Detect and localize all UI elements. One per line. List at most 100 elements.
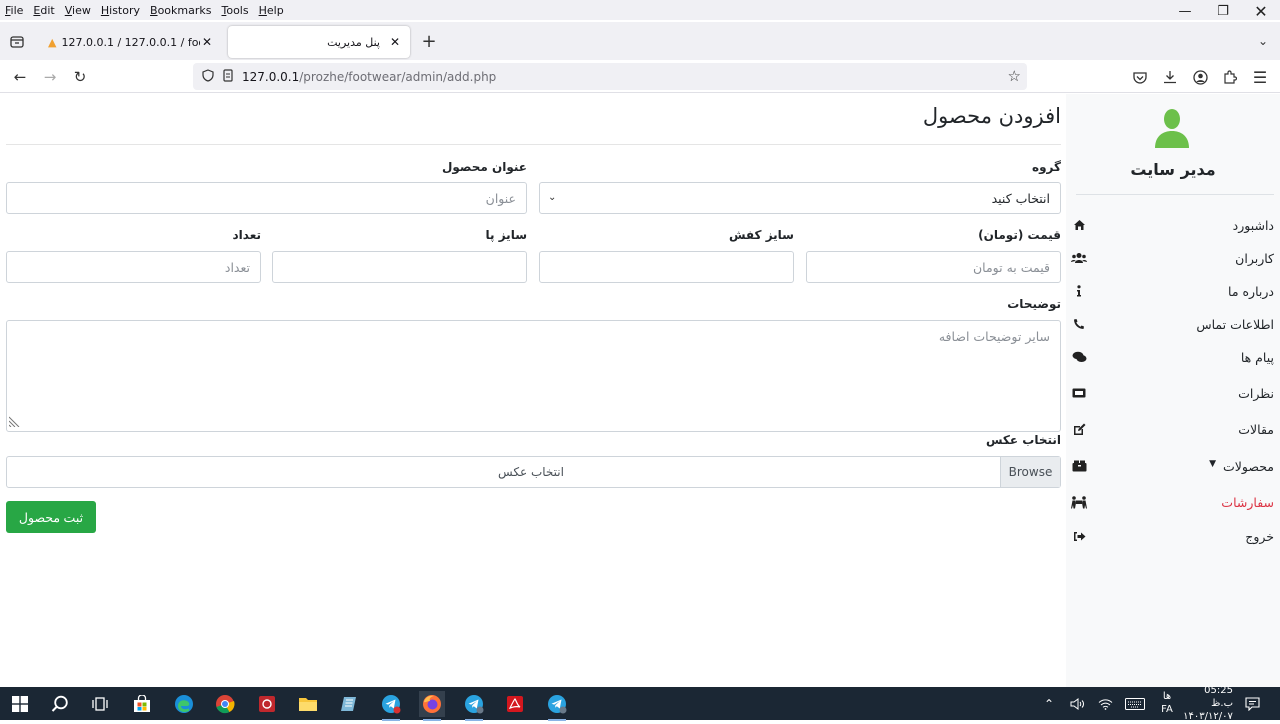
- resize-handle-icon[interactable]: [8, 415, 20, 430]
- telegram-icon[interactable]: [378, 691, 404, 721]
- product-title-input[interactable]: عنوان: [6, 182, 527, 214]
- foot-size-input[interactable]: [272, 251, 527, 283]
- close-window-button[interactable]: ✕: [1244, 0, 1278, 22]
- caret-down-icon: ▼: [1209, 459, 1216, 469]
- notifications-icon[interactable]: [1245, 687, 1260, 720]
- sidebar-item-comments[interactable]: نظرات: [1066, 378, 1274, 408]
- price-label: قیمت (تومان): [978, 228, 1061, 242]
- chrome-icon[interactable]: [212, 691, 238, 717]
- menu-view[interactable]: View: [60, 4, 96, 17]
- group-select[interactable]: انتخاب کنید ⌄: [539, 182, 1061, 214]
- reload-icon[interactable]: ↻: [67, 65, 93, 89]
- sidebar-item-products[interactable]: محصولات ▼: [1066, 451, 1274, 481]
- language-script: ها: [1162, 690, 1172, 702]
- new-tab-icon[interactable]: +: [416, 29, 442, 53]
- info-icon: [1068, 285, 1090, 297]
- firefox-icon[interactable]: [419, 691, 445, 721]
- url-bar[interactable]: 127.0.0.1/prozhe/footwear/admin/add.php …: [193, 63, 1027, 90]
- boxes-icon: [1068, 460, 1090, 472]
- url-host: 127.0.0.1: [242, 69, 300, 84]
- wifi-icon[interactable]: [1098, 687, 1113, 720]
- sidebar-item-label: اطلاعات تماس: [1196, 316, 1274, 332]
- show-hidden-icons-icon[interactable]: ⌃: [1044, 687, 1054, 720]
- tab-phpmyadmin[interactable]: ▲ 127.0.0.1 / 127.0.0.1 / footwear ✕: [40, 26, 222, 58]
- hamburger-menu-icon[interactable]: ☰: [1247, 65, 1273, 89]
- language-indicator[interactable]: ها FA: [1158, 687, 1176, 720]
- menu-tools[interactable]: Tools: [216, 4, 253, 17]
- sidebar-item-users[interactable]: کاربران: [1066, 243, 1274, 273]
- back-icon[interactable]: ←: [7, 65, 33, 89]
- shield-icon[interactable]: [202, 68, 214, 85]
- submit-product-button[interactable]: ثبت محصول: [6, 501, 96, 533]
- telegram-third-icon[interactable]: [544, 691, 570, 721]
- acrobat-icon[interactable]: [502, 691, 528, 717]
- sidebar-item-dashboard[interactable]: داشبورد: [1066, 210, 1274, 240]
- windows-start-icon[interactable]: [7, 691, 33, 717]
- notepad-icon[interactable]: [336, 691, 362, 717]
- nav-bar: ← → ↻ 127.0.0.1/prozhe/footwear/admin/ad…: [0, 60, 1280, 93]
- foot-size-label: سایز پا: [485, 228, 527, 242]
- telegram-second-icon[interactable]: [461, 691, 487, 721]
- bookmark-star-icon[interactable]: ☆: [1008, 67, 1021, 85]
- group-label: گروه: [1032, 160, 1061, 174]
- sign-out-icon: [1068, 531, 1090, 542]
- sidebar-item-label: محصولات: [1223, 458, 1274, 474]
- browse-button[interactable]: Browse: [1000, 457, 1060, 487]
- pocket-icon[interactable]: [1127, 65, 1153, 89]
- quantity-input[interactable]: تعداد: [6, 251, 261, 283]
- edge-icon[interactable]: [171, 691, 197, 717]
- product-title-label: عنوان محصول: [442, 160, 527, 174]
- home-icon: [1068, 219, 1090, 231]
- clock-date: ۱۴۰۳/۱۲/۰۷: [1183, 710, 1233, 722]
- sidebar-item-contact[interactable]: اطلاعات تماس: [1066, 309, 1274, 339]
- url-path: /prozhe/footwear/admin/add.php: [299, 69, 497, 84]
- sidebar-item-orders[interactable]: سفارشات: [1066, 487, 1274, 517]
- minimize-button[interactable]: —: [1168, 0, 1202, 22]
- chevron-down-icon[interactable]: ⌄: [1250, 29, 1276, 53]
- sidebar-item-about[interactable]: درباره ما: [1066, 276, 1274, 306]
- tab-admin-panel[interactable]: پنل مدیریت ✕: [228, 26, 410, 58]
- sidebar-item-messages[interactable]: پیام ها: [1066, 342, 1274, 372]
- sidebar-item-logout[interactable]: خروج: [1066, 521, 1274, 551]
- sidebar-item-label: درباره ما: [1228, 283, 1274, 299]
- ticket-icon: [1068, 388, 1090, 398]
- clock[interactable]: 05:25 ب.ظ ۱۴۰۳/۱۲/۰۷: [1183, 685, 1233, 722]
- image-file-placeholder: انتخاب عکس: [498, 465, 564, 479]
- close-tab-icon[interactable]: ✕: [200, 35, 214, 49]
- phpmyadmin-favicon-icon: ▲: [48, 35, 57, 49]
- menu-history[interactable]: History: [96, 4, 145, 17]
- menu-edit[interactable]: Edit: [28, 4, 59, 17]
- shoe-size-input[interactable]: [539, 251, 794, 283]
- account-icon[interactable]: [1187, 65, 1213, 89]
- page-info-icon[interactable]: [222, 68, 234, 85]
- phone-icon: [1068, 318, 1090, 330]
- volume-icon[interactable]: [1070, 687, 1085, 720]
- search-icon[interactable]: [47, 691, 73, 717]
- forward-icon[interactable]: →: [37, 65, 63, 89]
- close-tab-icon[interactable]: ✕: [388, 35, 402, 49]
- menu-help[interactable]: Help: [254, 4, 289, 17]
- image-label: انتخاب عکس: [985, 433, 1061, 447]
- file-explorer-icon[interactable]: [295, 691, 321, 717]
- price-input[interactable]: قیمت به تومان: [806, 251, 1061, 283]
- tab-title: 127.0.0.1 / 127.0.0.1 / footwear: [61, 35, 200, 49]
- shoe-size-label: سایز کفش: [728, 228, 794, 242]
- language-code: FA: [1161, 703, 1173, 715]
- sidebar-item-label: سفارشات: [1221, 494, 1274, 510]
- extensions-icon[interactable]: [1217, 65, 1243, 89]
- store-icon[interactable]: [129, 691, 155, 717]
- task-view-icon[interactable]: [87, 691, 113, 717]
- people-carry-icon: [1068, 495, 1090, 509]
- downloads-icon[interactable]: [1157, 65, 1183, 89]
- sidebar-item-label: پیام ها: [1240, 349, 1274, 365]
- sidebar-item-articles[interactable]: مقالات: [1066, 414, 1274, 444]
- keyboard-icon[interactable]: [1125, 687, 1145, 720]
- menu-bookmarks[interactable]: Bookmarks: [145, 4, 216, 17]
- maximize-button[interactable]: ❐: [1206, 0, 1240, 22]
- description-textarea[interactable]: سایر توضیحات اضافه: [6, 320, 1061, 432]
- menu-file[interactable]: File: [0, 4, 28, 17]
- tab-list-icon[interactable]: [4, 29, 30, 53]
- sidebar-item-label: داشبورد: [1232, 217, 1274, 233]
- image-file-input[interactable]: انتخاب عکس Browse: [6, 456, 1061, 488]
- app-red-icon[interactable]: [254, 691, 280, 717]
